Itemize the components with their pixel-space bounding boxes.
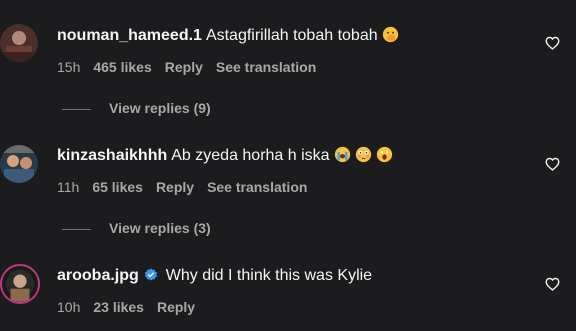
like-heart-icon[interactable] <box>545 277 560 291</box>
avatar[interactable] <box>0 145 38 183</box>
replies-divider-line <box>62 108 91 110</box>
comment-text: Why did I think this was Kylie <box>165 267 373 284</box>
see-translation-button[interactable]: See translation <box>207 179 307 195</box>
like-heart-icon[interactable] <box>545 157 560 171</box>
flushed-face-icon <box>355 146 372 163</box>
comment-meta: 15h 465 likes Reply See translation <box>57 58 329 76</box>
avatar[interactable] <box>0 24 38 62</box>
comment-meta: 11h 65 likes Reply See translation <box>57 178 320 196</box>
comment-time: 15h <box>57 59 81 75</box>
face-screaming-icon <box>376 146 393 163</box>
view-replies-button[interactable]: View replies (9) <box>62 100 211 116</box>
comment-username[interactable]: kinzashaikhhh <box>57 147 167 164</box>
reply-button[interactable]: Reply <box>165 59 203 75</box>
reply-button[interactable]: Reply <box>156 179 194 195</box>
comment-text: Ab zyeda horha h iska <box>171 147 330 164</box>
see-translation-button[interactable]: See translation <box>216 59 316 75</box>
replies-divider-line <box>62 228 91 230</box>
comment-time: 11h <box>57 179 80 195</box>
comment-username[interactable]: arooba.jpg <box>57 267 139 284</box>
comment-text: Astagfirillah tobah tobah <box>205 27 378 44</box>
face-with-hand-over-mouth-icon <box>382 26 399 43</box>
view-replies-button[interactable]: View replies (3) <box>62 220 211 236</box>
comment-time: 10h <box>57 299 81 315</box>
comment-text-line: kinzashaikhhh Ab zyeda horha h iska <box>57 146 393 166</box>
comment-text-line: arooba.jpg Why did I think this was Kylie <box>57 266 372 286</box>
avatar[interactable] <box>0 264 40 304</box>
like-heart-icon[interactable] <box>545 36 560 50</box>
comment-username[interactable]: nouman_hameed.1 <box>57 27 202 44</box>
view-replies-label: View replies (3) <box>109 220 211 236</box>
reply-button[interactable]: Reply <box>157 299 195 315</box>
comment-meta: 10h 23 likes Reply <box>57 298 208 316</box>
likes-count[interactable]: 65 likes <box>92 179 143 195</box>
comment-text-line: nouman_hameed.1 Astagfirillah tobah tobah <box>57 26 399 46</box>
view-replies-label: View replies (9) <box>109 100 211 116</box>
likes-count[interactable]: 465 likes <box>93 59 151 75</box>
likes-count[interactable]: 23 likes <box>93 299 144 315</box>
verified-badge-icon <box>144 268 158 282</box>
loudly-crying-face-icon <box>334 146 351 163</box>
